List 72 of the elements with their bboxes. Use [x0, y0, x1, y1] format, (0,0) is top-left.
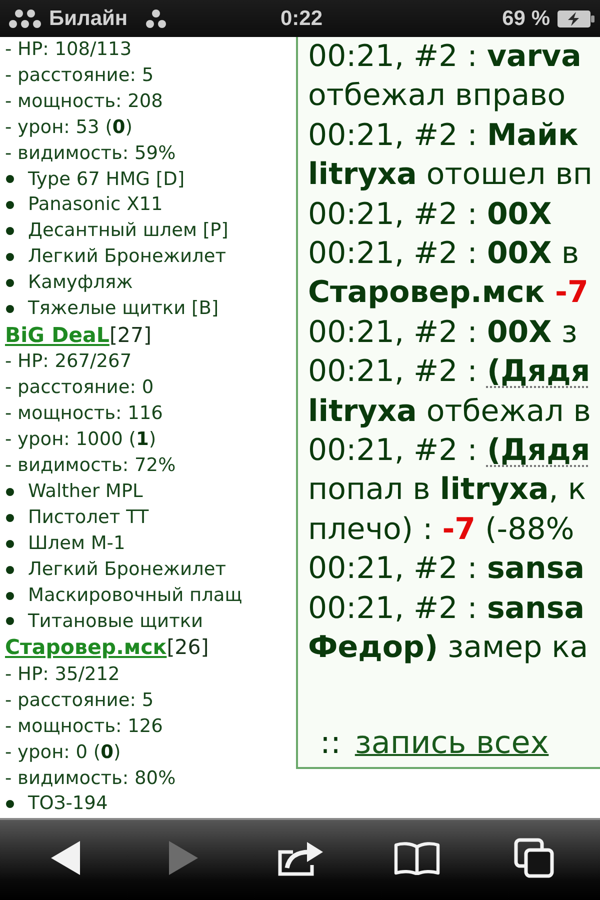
stat-text: - мощность: 126	[5, 714, 164, 739]
log-text: 00:21, #2 : sansa	[308, 550, 586, 588]
stat-text: - видимость: 72%	[5, 454, 177, 478]
stat-text: - HP: 35/212	[5, 662, 121, 687]
stat-text: - расстояние: 5	[5, 688, 155, 713]
item-text: ТОЗ-194	[28, 792, 108, 816]
bullet-icon	[6, 279, 14, 288]
log-text: плечо) : -7 (-88%	[308, 510, 576, 549]
dots-icon	[144, 8, 167, 28]
log-text: Старовер.мск -7	[308, 274, 590, 312]
log-text: попал в litryxa, к	[308, 471, 587, 510]
stat-text: - HP: 108/113	[5, 38, 133, 62]
log-text: 00:21, #2 : varva	[308, 38, 582, 76]
stat-text: - мощность: 208	[5, 90, 164, 114]
share-icon[interactable]	[276, 840, 323, 876]
stat-text: - расстояние: 5	[5, 64, 155, 88]
bullet-icon	[6, 800, 14, 808]
stat-text: - видимость: 80%	[5, 766, 177, 791]
bullet-icon	[6, 305, 14, 314]
item-text: Type 67 HMG [D]	[28, 168, 185, 192]
book-icon[interactable]	[394, 841, 440, 875]
item-text: Panasonic X11	[28, 193, 163, 218]
item-text: Шлем М-1	[28, 532, 126, 556]
tabs-icon[interactable]	[514, 838, 554, 878]
item-text: Пистолет ТТ	[28, 506, 149, 530]
bullet-icon	[6, 617, 14, 626]
log-text: 00:21, #2 : 00X	[308, 196, 553, 234]
stat-text: - урон: 0 (0)	[5, 740, 122, 765]
log-link[interactable]: запись всех	[354, 724, 549, 763]
stat-text: - расстояние: 0	[5, 376, 155, 400]
log-text: litryxa отошел вп	[308, 156, 594, 194]
back-icon[interactable]	[51, 841, 82, 875]
carrier-name: Билайн	[49, 6, 128, 30]
player-link[interactable]: Старовер.мск	[5, 634, 167, 662]
log-text: Федор) замер ка	[308, 629, 590, 668]
bullet-icon	[6, 514, 14, 522]
bullet-icon	[6, 566, 14, 574]
item-text: Титановые щитки	[28, 610, 204, 634]
stat-text: - видимость: 59%	[5, 142, 177, 166]
log-text: 00:21, #2 : Майк	[308, 116, 580, 155]
signal-icon	[8, 8, 42, 28]
log-text: отбежал вправо	[308, 77, 567, 116]
battery-percent: 69 %	[502, 6, 550, 30]
bullet-icon	[6, 201, 14, 210]
log-text: litryxa отбежал в	[308, 392, 592, 431]
level-text: [26]	[166, 634, 209, 662]
item-text: Легкий Бронежилет	[28, 558, 226, 582]
bullet-icon	[6, 175, 14, 184]
level-text: [27]	[109, 322, 152, 349]
bullet-icon	[6, 227, 14, 236]
clock-time: 0:22	[280, 6, 323, 30]
item-text: Тяжелые щитки [B]	[28, 297, 219, 322]
item-text: Walther MPL	[28, 480, 143, 504]
log-text: 00:21, #2 : 00X з	[308, 314, 578, 352]
item-text: Десантный шлем [P]	[28, 219, 228, 244]
player-link[interactable]: BiG DeaL	[5, 322, 110, 350]
item-text: Камуфляж	[28, 271, 133, 296]
item-text: Легкий Бронежилет	[28, 245, 226, 270]
stat-text: - мощность: 116	[5, 402, 164, 426]
log-text: 00:21, #2 : (Дядя	[308, 353, 592, 392]
stat-text: - HP: 267/267	[5, 350, 133, 374]
separator-text: ::	[320, 724, 341, 762]
stat-text: - урон: 1000 (1)	[5, 428, 158, 452]
bullet-icon	[6, 253, 14, 262]
bullet-icon	[6, 540, 14, 548]
log-text: 00:21, #2 : (Дядя	[308, 432, 592, 470]
bullet-icon	[6, 592, 14, 600]
stat-text: - урон: 53 (0)	[5, 116, 134, 140]
bullet-icon	[6, 488, 14, 496]
log-text: 00:21, #2 : 00X в	[308, 235, 580, 274]
item-text: Маскировочный плащ	[28, 584, 242, 608]
log-text: 00:21, #2 : sansa	[308, 590, 586, 628]
